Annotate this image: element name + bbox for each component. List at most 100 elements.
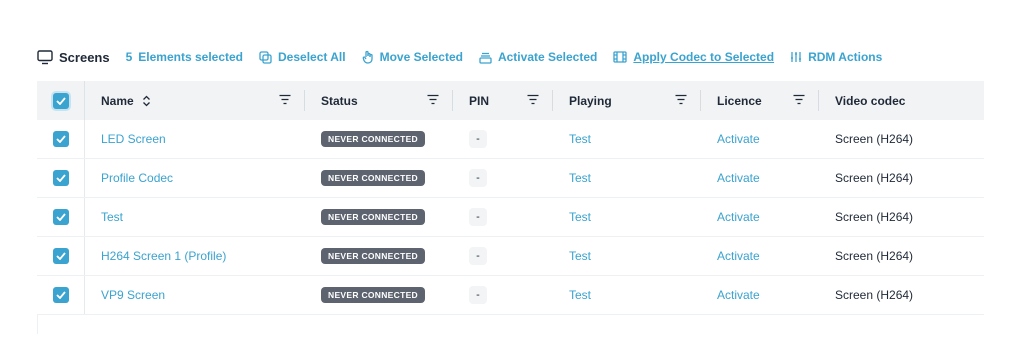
row-checkbox[interactable] (52, 248, 69, 264)
activate-link[interactable]: Activate (717, 210, 760, 224)
row-checkbox[interactable] (52, 131, 69, 147)
playing-cell: Test (553, 198, 701, 236)
activate-selected-button[interactable]: Activate Selected (479, 50, 597, 64)
codec-cell: Screen (H264) (819, 276, 984, 314)
check-icon (55, 135, 66, 143)
activate-link[interactable]: Activate (717, 249, 760, 263)
table-row[interactable]: Test NEVER CONNECTED - Test Activate Scr… (37, 198, 984, 237)
licence-cell: Activate (701, 120, 819, 158)
screen-name-link[interactable]: Test (101, 210, 123, 224)
licence-cell: Activate (701, 237, 819, 275)
screen-name-link[interactable]: H264 Screen 1 (Profile) (101, 249, 226, 263)
column-header-status[interactable]: Status (305, 81, 453, 120)
select-all-checkbox[interactable] (52, 92, 69, 109)
row-checkbox[interactable] (52, 170, 69, 186)
video-codec-value: Screen (H264) (835, 132, 914, 146)
screen-name-link[interactable]: VP9 Screen (101, 288, 165, 302)
activate-link[interactable]: Activate (717, 132, 760, 146)
rdm-actions-button[interactable]: RDM Actions (790, 50, 882, 64)
table-row[interactable]: VP9 Screen NEVER CONNECTED - Test Activa… (37, 276, 984, 315)
row-checkbox[interactable] (52, 287, 69, 303)
check-icon (55, 291, 66, 299)
filter-icon[interactable] (527, 94, 539, 105)
row-checkbox[interactable] (52, 209, 69, 225)
rdm-actions-label: RDM Actions (808, 50, 883, 64)
selected-count-number: 5 (125, 50, 133, 64)
video-codec-value: Screen (H264) (835, 210, 914, 224)
playing-cell: Test (553, 120, 701, 158)
pin-cell: - (453, 237, 553, 275)
playing-link[interactable]: Test (569, 132, 591, 146)
filter-icon[interactable] (675, 94, 687, 105)
video-codec-value: Screen (H264) (835, 288, 914, 302)
filter-icon[interactable] (279, 94, 291, 105)
activate-link[interactable]: Activate (717, 288, 760, 302)
playing-link[interactable]: Test (569, 210, 591, 224)
move-selected-button[interactable]: Move Selected (362, 50, 463, 64)
column-header-name[interactable]: Name (85, 81, 305, 120)
video-codec-value: Screen (H264) (835, 249, 914, 263)
apply-codec-button[interactable]: Apply Codec to Selected (613, 50, 774, 64)
screens-title-label: Screens (59, 49, 110, 65)
table-row[interactable]: Profile Codec NEVER CONNECTED - Test Act… (37, 159, 984, 198)
pin-value: - (469, 208, 487, 226)
activate-selected-label: Activate Selected (497, 50, 598, 64)
activate-link[interactable]: Activate (717, 171, 760, 185)
name-cell: Test (85, 198, 305, 236)
selected-count-label: Elements selected (138, 50, 243, 64)
deselect-icon (259, 50, 272, 64)
table-row[interactable]: H264 Screen 1 (Profile) NEVER CONNECTED … (37, 237, 984, 276)
table-header: Name Status PIN Playing Licence Video co… (37, 81, 984, 120)
screens-title: Screens (37, 50, 110, 65)
licence-cell: Activate (701, 198, 819, 236)
column-header-video-codec[interactable]: Video codec (819, 81, 984, 120)
row-select-cell (37, 120, 85, 158)
monitor-icon (37, 49, 53, 64)
screen-name-link[interactable]: LED Screen (101, 132, 166, 146)
move-selected-label: Move Selected (379, 50, 463, 64)
activate-icon (479, 52, 492, 64)
selection-toolbar: Screens 5 Elements selected Deselect All… (37, 48, 882, 66)
licence-cell: Activate (701, 276, 819, 314)
playing-link[interactable]: Test (569, 171, 591, 185)
status-badge: NEVER CONNECTED (321, 248, 425, 264)
check-icon (55, 213, 66, 221)
video-codec-value: Screen (H264) (835, 171, 914, 185)
column-header-licence-label: Licence (717, 93, 762, 108)
pin-cell: - (453, 159, 553, 197)
table-row[interactable]: LED Screen NEVER CONNECTED - Test Activa… (37, 120, 984, 159)
row-select-cell (37, 198, 85, 236)
column-header-playing[interactable]: Playing (553, 81, 701, 120)
column-header-status-label: Status (321, 93, 358, 108)
pin-value: - (469, 169, 487, 187)
playing-cell: Test (553, 159, 701, 197)
status-cell: NEVER CONNECTED (305, 198, 453, 236)
screens-table: Name Status PIN Playing Licence Video co… (37, 81, 984, 327)
screen-name-link[interactable]: Profile Codec (101, 171, 173, 185)
column-header-licence[interactable]: Licence (701, 81, 819, 120)
playing-cell: Test (553, 237, 701, 275)
status-cell: NEVER CONNECTED (305, 159, 453, 197)
licence-cell: Activate (701, 159, 819, 197)
sort-icon[interactable] (142, 95, 151, 107)
status-cell: NEVER CONNECTED (305, 120, 453, 158)
status-cell: NEVER CONNECTED (305, 276, 453, 314)
filter-icon[interactable] (427, 94, 439, 105)
pin-value: - (469, 286, 487, 304)
codec-cell: Screen (H264) (819, 159, 984, 197)
sliders-icon (791, 52, 802, 62)
pin-value: - (469, 247, 487, 265)
pin-value: - (469, 130, 487, 148)
row-select-cell (37, 159, 85, 197)
column-header-pin[interactable]: PIN (453, 81, 553, 120)
column-header-video-codec-label: Video codec (835, 93, 906, 108)
name-cell: H264 Screen 1 (Profile) (85, 237, 305, 275)
check-icon (55, 96, 66, 105)
filter-icon[interactable] (793, 94, 805, 105)
playing-link[interactable]: Test (569, 288, 591, 302)
column-header-pin-label: PIN (469, 93, 490, 108)
playing-link[interactable]: Test (569, 249, 591, 263)
name-cell: Profile Codec (85, 159, 305, 197)
column-header-playing-label: Playing (569, 93, 612, 108)
deselect-all-button[interactable]: Deselect All (259, 50, 346, 64)
